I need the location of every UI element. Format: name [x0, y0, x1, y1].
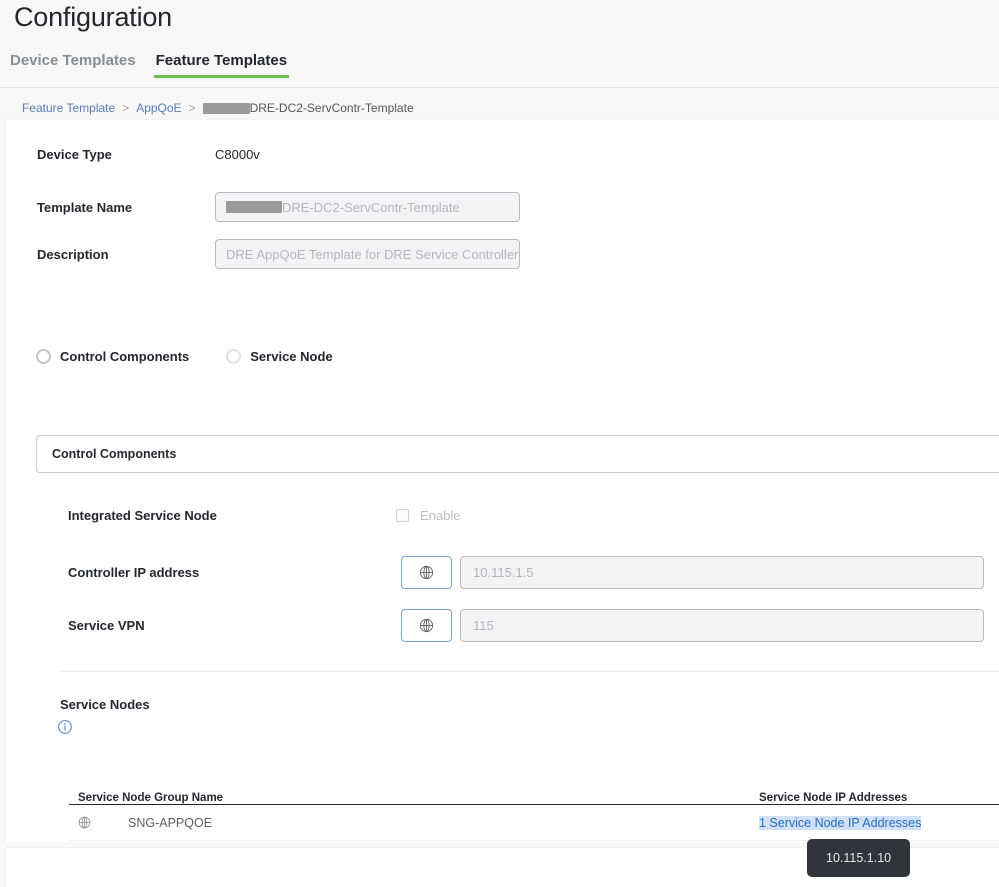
description-row: Description DRE AppQoE Template for DRE …: [37, 239, 520, 269]
template-name-input[interactable]: DRE-DC2-ServContr-Template: [215, 192, 520, 222]
cell-group-name-text: SNG-APPQOE: [128, 815, 213, 830]
ip-address-tooltip: 10.115.1.10: [807, 839, 911, 877]
service-vpn-input[interactable]: 115: [460, 609, 984, 642]
service-node-ip-addresses-link[interactable]: 1 Service Node IP Addresses: [759, 815, 922, 830]
radio-service-node-label: Service Node: [250, 349, 333, 364]
checkbox-icon: [396, 509, 409, 522]
device-type-label: Device Type: [37, 147, 112, 162]
device-type-row: Device Type C8000v: [37, 147, 260, 162]
integrated-service-node-label: Integrated Service Node: [68, 508, 217, 523]
integrated-service-node-row: Integrated Service Node Enable: [68, 508, 460, 523]
description-value: DRE AppQoE Template for DRE Service Cont…: [226, 246, 519, 262]
column-header-group-name[interactable]: Service Node Group Name: [69, 792, 759, 804]
mode-radio-group: Control Components Service Node: [36, 349, 333, 364]
tab-feature-templates[interactable]: Feature Templates: [146, 50, 297, 78]
controller-ip-input[interactable]: 10.115.1.5: [460, 556, 984, 589]
tab-device-templates[interactable]: Device Templates: [0, 50, 146, 78]
enable-label: Enable: [420, 508, 461, 523]
redaction-block: [226, 201, 282, 213]
breadcrumb-separator-icon: >: [122, 101, 130, 115]
cell-ip-addresses: 1 Service Node IP Addresses: [759, 815, 999, 830]
table-row[interactable]: SNG-APPQOE 1 Service Node IP Addresses: [69, 805, 999, 841]
radio-control-components-label: Control Components: [60, 349, 190, 364]
service-nodes-title: Service Nodes: [60, 697, 150, 712]
device-type-value: C8000v: [215, 147, 260, 162]
configuration-page: Configuration Device Templates Feature T…: [0, 0, 999, 887]
globe-icon[interactable]: [401, 556, 452, 589]
tabs-divider: [0, 87, 999, 88]
radio-button-icon: [226, 349, 242, 364]
template-tabs: Device Templates Feature Templates: [0, 50, 999, 86]
control-components-panel-header[interactable]: Control Components: [36, 435, 999, 473]
info-circle-icon[interactable]: [57, 719, 73, 735]
breadcrumb: Feature Template > AppQoE > DRE-DC2-Serv…: [22, 99, 414, 117]
service-vpn-row: Service VPN 115: [68, 609, 984, 642]
controller-ip-row: Controller IP address 10.115.1.5: [68, 556, 984, 589]
breadcrumb-item-appqoe[interactable]: AppQoE: [136, 101, 181, 115]
column-header-ip-addresses[interactable]: Service Node IP Addresses: [759, 792, 999, 804]
description-input[interactable]: DRE AppQoE Template for DRE Service Cont…: [215, 239, 520, 269]
cell-group-name: SNG-APPQOE: [69, 815, 759, 830]
template-form-card: Device Type C8000v Template Name DRE-DC2…: [5, 119, 999, 842]
breadcrumb-separator-icon: >: [188, 101, 196, 115]
template-name-label: Template Name: [37, 199, 133, 215]
controller-ip-value: 10.115.1.5: [473, 565, 534, 580]
breadcrumb-current-label: DRE-DC2-ServContr-Template: [249, 101, 414, 115]
controller-ip-label: Controller IP address: [68, 565, 200, 580]
template-name-value: DRE-DC2-ServContr-Template: [282, 199, 460, 215]
description-label: Description: [37, 246, 109, 262]
radio-control-components[interactable]: Control Components: [36, 349, 189, 364]
service-vpn-label: Service VPN: [68, 618, 145, 633]
service-vpn-value: 115: [473, 618, 494, 633]
radio-service-node[interactable]: Service Node: [226, 349, 333, 364]
radio-button-icon: [36, 349, 51, 364]
template-name-row: Template Name DRE-DC2-ServContr-Template: [37, 192, 520, 222]
table-header-row: Service Node Group Name Service Node IP …: [69, 781, 999, 805]
globe-icon[interactable]: [69, 815, 99, 830]
breadcrumb-item-current: DRE-DC2-ServContr-Template: [202, 101, 414, 115]
integrated-service-node-checkbox[interactable]: Enable: [396, 508, 460, 523]
section-divider: [61, 671, 999, 672]
redaction-block: [202, 102, 250, 114]
control-components-panel-title: Control Components: [52, 447, 177, 461]
breadcrumb-item-feature-template[interactable]: Feature Template: [22, 101, 115, 115]
globe-icon[interactable]: [401, 609, 452, 642]
service-nodes-table: Service Node Group Name Service Node IP …: [69, 781, 999, 841]
page-title: Configuration: [14, 2, 173, 32]
